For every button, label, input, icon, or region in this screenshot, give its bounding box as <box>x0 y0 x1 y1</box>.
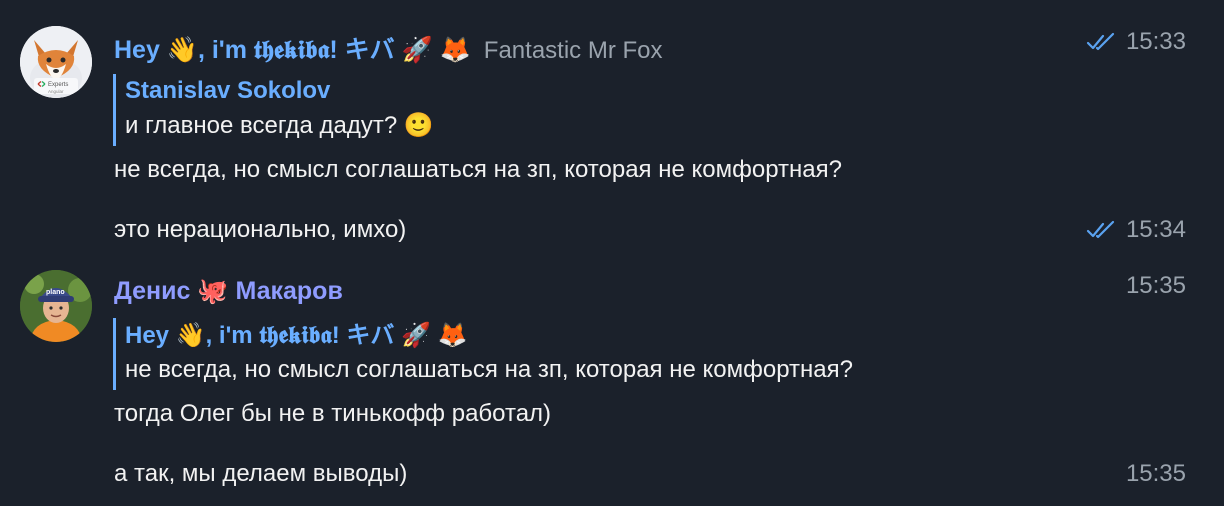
reply-quote-1[interactable]: Stanislav Sokolov и главное всегда дадут… <box>113 74 434 146</box>
double-check-icon <box>1086 220 1115 239</box>
sender-name-denis[interactable]: Денис 🐙 Макаров <box>114 276 343 306</box>
avatar-fox[interactable]: Experts Angular <box>20 26 92 98</box>
message-time-4: 15:35 <box>1126 460 1186 488</box>
timestamp: 15:35 <box>1125 272 1186 299</box>
message-time-1: 15:33 <box>1086 28 1186 56</box>
sender-name-hey: Hey <box>114 36 160 64</box>
message-text: это нерационально, имхо) <box>114 216 407 243</box>
reply-author: Hey 👋, i'm 𝖙𝖍𝖊𝖐𝖎𝖇𝖆! キバ 🚀 🦊 <box>125 318 853 353</box>
avatar-label-experts: Experts <box>48 82 68 88</box>
sender-first-name: Денис <box>114 277 191 305</box>
reply-author: Stanislav Sokolov <box>125 77 331 104</box>
message-time-3: 15:35 <box>1126 272 1186 300</box>
person-avatar-icon: plano <box>20 270 92 342</box>
reply-text: и главное всегда дадут? 🙂 <box>125 108 434 143</box>
rocket-emoji-icon: 🚀 <box>401 35 433 64</box>
message-text: тогда Олег бы не в тинькофф работал) <box>114 400 552 427</box>
avatar-label-angular: Angular <box>48 89 64 94</box>
sender-name-rest: , i'm 𝖙𝖍𝖊𝖐𝖎𝖇𝖆! キバ <box>197 36 395 64</box>
fox-emoji-icon: 🦊 <box>439 35 471 64</box>
message-time-2: 15:34 <box>1086 216 1186 244</box>
double-check-icon <box>1086 32 1115 51</box>
message-text: не всегда, но смысл соглашаться на зп, к… <box>114 156 842 183</box>
reply-text: не всегда, но смысл соглашаться на зп, к… <box>125 356 853 383</box>
timestamp: 15:35 <box>1125 460 1186 487</box>
sender-name-thekiba[interactable]: Hey 👋, i'm 𝖙𝖍𝖊𝖐𝖎𝖇𝖆! キバ 🚀 🦊 Fantastic Mr … <box>114 30 663 66</box>
octopus-emoji-icon: 🐙 <box>197 276 229 305</box>
sender-last-name: Макаров <box>235 277 343 305</box>
timestamp: 15:34 <box>1125 216 1186 243</box>
avatar-denis[interactable]: plano <box>20 270 92 342</box>
wave-emoji-icon: 👋 <box>166 35 198 64</box>
reply-text-body: и главное всегда дадут? <box>125 112 398 139</box>
chat-history: Experts Angular Hey 👋, i'm 𝖙𝖍𝖊𝖐𝖎𝖇𝖆! キバ 🚀… <box>0 0 1224 506</box>
fox-avatar-icon: Experts Angular <box>20 26 92 98</box>
wave-emoji-icon: 👋 <box>175 321 206 349</box>
cap-label: plano <box>46 289 65 296</box>
smile-emoji-icon: 🙂 <box>403 111 434 139</box>
reply-quote-2[interactable]: Hey 👋, i'm 𝖙𝖍𝖊𝖐𝖎𝖇𝖆! キバ 🚀 🦊 не всегда, но… <box>113 318 853 390</box>
sender-badge: Fantastic Mr Fox <box>483 37 663 64</box>
message-text: а так, мы делаем выводы) <box>114 460 408 487</box>
fox-emoji-icon: 🦊 <box>437 321 468 349</box>
reply-author-hey: Hey <box>125 322 170 349</box>
rocket-emoji-icon: 🚀 <box>401 321 431 349</box>
timestamp: 15:33 <box>1125 28 1186 55</box>
reply-author-rest: , i'm 𝖙𝖍𝖊𝖐𝖎𝖇𝖆! キバ <box>205 322 395 349</box>
